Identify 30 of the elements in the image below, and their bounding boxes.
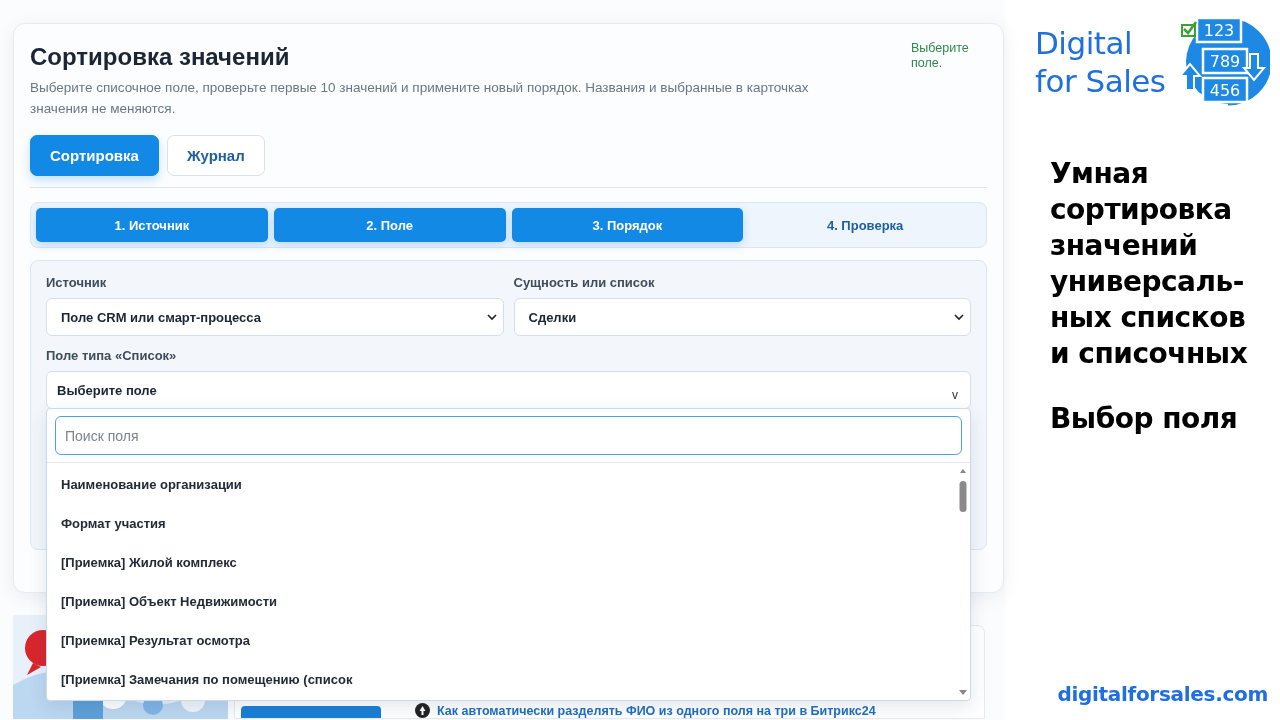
select-field[interactable]: Поле CRM или смарт-процесса xyxy=(46,298,504,336)
brand-name: for Sales xyxy=(1035,62,1166,100)
tab[interactable]: Журнал xyxy=(166,135,265,176)
dropdown-item[interactable]: Формат участия xyxy=(47,504,950,543)
select-field[interactable]: Выберите поле v xyxy=(46,371,971,409)
field-label: Сущность или список xyxy=(513,275,656,291)
subheading: Выбор поля xyxy=(1050,402,1239,435)
card-description: Выберите списочное поле, проверьте первые 10 значений и примените новый порядок. Названия и выбранные в карточках значения не меняются. xyxy=(30,79,810,118)
step[interactable]: 1. Источник xyxy=(36,208,268,242)
dropdown-item[interactable]: Наименование организации xyxy=(47,465,950,504)
field-label: Поле типа «Список» xyxy=(46,348,178,364)
status-text: Выберите поле. xyxy=(911,41,970,72)
select-field[interactable]: Сделки xyxy=(513,298,971,336)
headline: Умная сортировка значений универсаль- ных списков и списочных xyxy=(1050,156,1249,372)
step[interactable]: 4. Проверка xyxy=(749,208,981,242)
dropdown-item[interactable]: [Приемка] Жилой комплекс xyxy=(47,543,950,582)
step[interactable]: 2. Поле xyxy=(273,208,506,242)
card-title: Сортировка значений xyxy=(30,42,291,72)
dropdown-item[interactable]: [Приемка] Замечания по помещению (список xyxy=(47,660,950,699)
field-label: Источник xyxy=(46,275,108,291)
website-url: digitalforsales.com xyxy=(1057,682,1268,706)
tab[interactable]: Сортировка xyxy=(30,135,159,176)
chevron-down-icon xyxy=(486,313,497,321)
brand-name: Digital xyxy=(1035,24,1134,62)
chevron-down-icon xyxy=(954,313,964,321)
article-link[interactable]: Как автоматически разделять ФИО из одного поля на три в Битрикс24 xyxy=(437,703,876,718)
step[interactable]: 3. Порядок xyxy=(511,208,744,242)
search-field[interactable]: Поиск поля xyxy=(55,416,962,455)
dropdown-item[interactable]: [Приемка] Объект Недвижимости xyxy=(47,582,950,621)
dropdown-item[interactable]: [Приемка] Результат осмотра xyxy=(47,621,950,660)
